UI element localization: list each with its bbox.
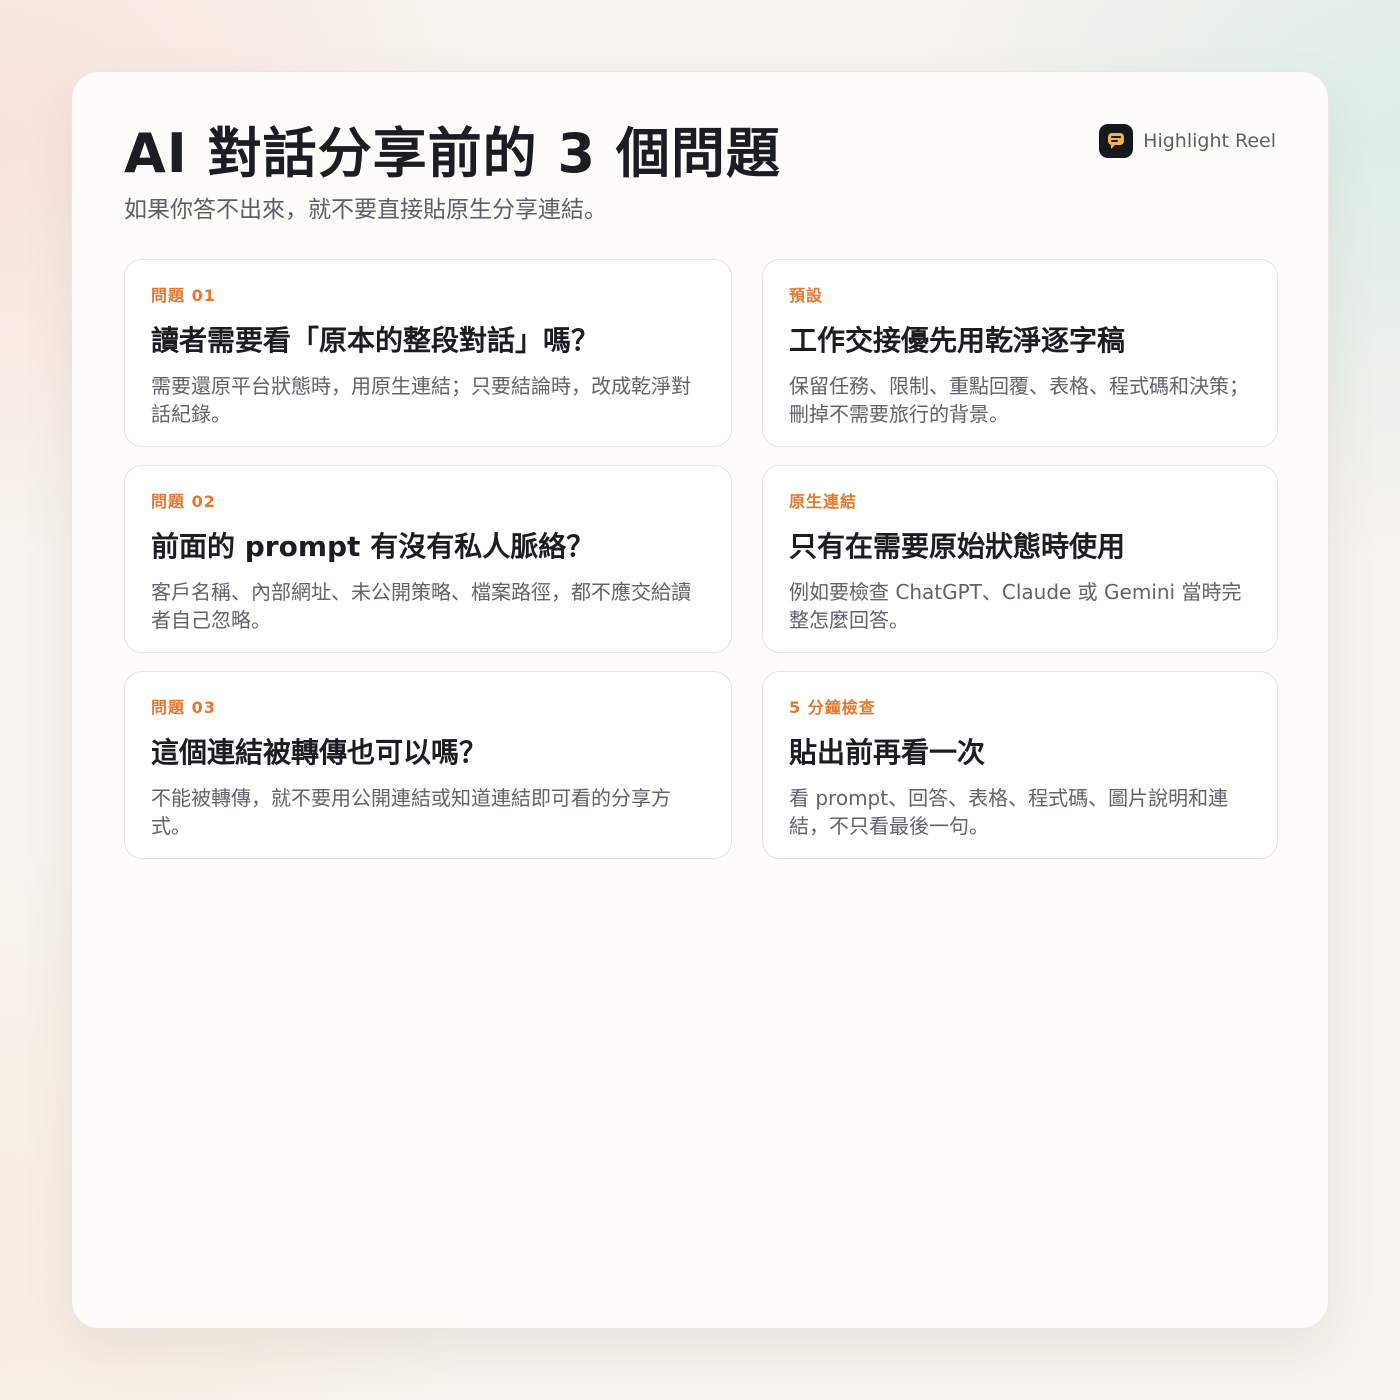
card-tag: 問題 03 bbox=[151, 698, 216, 717]
card-body: 保留任務、限制、重點回覆、表格、程式碼和決策；刪掉不需要旅行的背景。 bbox=[789, 374, 1249, 426]
card-native-link: 原生連結 只有在需要原始狀態時使用 例如要檢查 ChatGPT、Claude 或… bbox=[762, 465, 1278, 653]
card-heading: 讀者需要看「原本的整段對話」嗎？ bbox=[151, 324, 600, 357]
card-body: 不能被轉傳，就不要用公開連結或知道連結即可看的分享方式。 bbox=[151, 786, 671, 838]
card-heading: 貼出前再看一次 bbox=[789, 736, 986, 769]
page-subtitle: 如果你答不出來，就不要直接貼原生分享連結。 bbox=[124, 197, 607, 223]
card-body: 客戶名稱、內部網址、未公開策略、檔案路徑，都不應交給讀者自己忽略。 bbox=[151, 580, 691, 632]
card-tag: 5 分鐘檢查 bbox=[789, 698, 876, 717]
brand-name: Highlight Reel bbox=[1143, 130, 1276, 152]
card-body: 需要還原平台狀態時，用原生連結；只要結論時，改成乾淨對話紀錄。 bbox=[151, 374, 691, 426]
card-body: 例如要檢查 ChatGPT、Claude 或 Gemini 當時完整怎麼回答。 bbox=[789, 580, 1242, 632]
card-body: 看 prompt、回答、表格、程式碼、圖片說明和連結，不只看最後一句。 bbox=[789, 786, 1229, 838]
card-heading: 這個連結被轉傳也可以嗎？ bbox=[151, 736, 488, 769]
card-question-02: 問題 02 前面的 prompt 有沒有私人脈絡？ 客戶名稱、內部網址、未公開策… bbox=[124, 465, 732, 653]
card-tag: 預設 bbox=[789, 286, 824, 305]
card-heading: 工作交接優先用乾淨逐字稿 bbox=[789, 324, 1126, 357]
card-heading: 只有在需要原始狀態時使用 bbox=[789, 530, 1126, 563]
card-default: 預設 工作交接優先用乾淨逐字稿 保留任務、限制、重點回覆、表格、程式碼和決策；刪… bbox=[762, 259, 1278, 447]
card-tag: 問題 01 bbox=[151, 286, 216, 305]
card-tag: 問題 02 bbox=[151, 492, 216, 511]
card-heading: 前面的 prompt 有沒有私人脈絡？ bbox=[151, 530, 595, 563]
chat-bubble-icon bbox=[1099, 124, 1134, 158]
card-five-minute-check: 5 分鐘檢查 貼出前再看一次 看 prompt、回答、表格、程式碼、圖片說明和連… bbox=[762, 671, 1278, 859]
brand: Highlight Reel bbox=[1099, 124, 1276, 158]
card-question-01: 問題 01 讀者需要看「原本的整段對話」嗎？ 需要還原平台狀態時，用原生連結；只… bbox=[124, 259, 732, 447]
page-title: AI 對話分享前的 3 個問題 bbox=[124, 122, 781, 185]
card-tag: 原生連結 bbox=[789, 492, 858, 511]
main-card: AI 對話分享前的 3 個問題 如果你答不出來，就不要直接貼原生分享連結。 Hi… bbox=[71, 71, 1329, 1329]
card-question-03: 問題 03 這個連結被轉傳也可以嗎？ 不能被轉傳，就不要用公開連結或知道連結即可… bbox=[124, 671, 732, 859]
